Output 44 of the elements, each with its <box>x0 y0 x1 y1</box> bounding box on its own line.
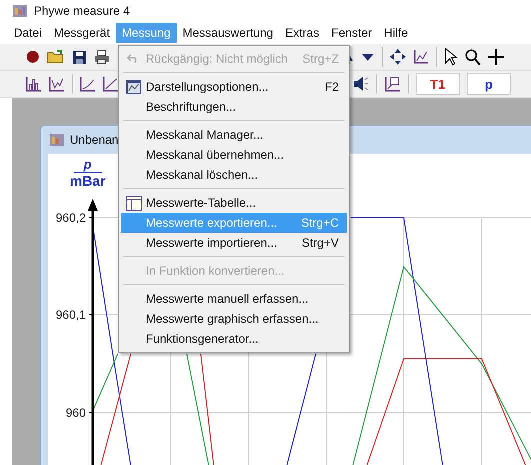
menu-item[interactable]: Messkanal übernehmen... <box>121 145 347 165</box>
menu-item[interactable]: Messwerte graphisch erfassen... <box>121 309 347 329</box>
chart-icon[interactable] <box>413 49 429 65</box>
menu-item[interactable]: Funktionsgenerator... <box>121 329 347 349</box>
menu-bar-item[interactable]: Messgerät <box>48 23 116 43</box>
display-options-icon <box>126 80 142 94</box>
folder-icon[interactable] <box>47 50 65 64</box>
menu-item[interactable]: Messkanal Manager... <box>121 125 347 145</box>
axis-tick-label: 960 <box>66 406 86 420</box>
axis-unit: mBar <box>70 173 106 189</box>
table-icon <box>126 196 142 210</box>
menu-bar-item[interactable]: Messauswertung <box>176 23 280 43</box>
crosshair-icon[interactable] <box>488 49 504 65</box>
menu-bar-item[interactable]: Fenster <box>325 23 378 43</box>
axis-tick-label: 960,1 <box>56 308 86 322</box>
document-icon <box>50 134 64 146</box>
menu-bar-item[interactable]: Datei <box>8 23 48 43</box>
channel-button[interactable]: T1 <box>416 73 460 95</box>
window-title: Phywe measure 4 <box>34 4 130 18</box>
chart-settings-icon[interactable] <box>384 76 401 92</box>
menu-item[interactable]: Messkanal löschen... <box>121 165 347 185</box>
graph-icon[interactable] <box>103 76 119 92</box>
move-arrows-icon[interactable] <box>390 49 406 65</box>
menu-item[interactable]: Messwerte-Tabelle... <box>121 193 347 213</box>
menu-item[interactable]: Beschriftungen... <box>121 97 347 117</box>
app-icon <box>13 5 27 17</box>
menu-item[interactable]: Messwerte manuell erfassen... <box>121 289 347 309</box>
histogram-icon[interactable] <box>26 76 42 92</box>
document-title: Unbenan <box>70 133 119 147</box>
menu-bar-item[interactable]: Extras <box>279 23 326 43</box>
search-icon[interactable] <box>465 48 481 66</box>
menu-item[interactable]: Messwerte importieren... Strg+V <box>121 233 347 253</box>
triangle-down-icon[interactable] <box>361 52 375 62</box>
graph-icon[interactable] <box>80 76 96 92</box>
speaker-icon[interactable] <box>353 76 369 92</box>
channel-button[interactable]: p <box>467 73 511 95</box>
record-icon[interactable] <box>26 50 40 64</box>
curve-icon[interactable] <box>49 76 65 92</box>
printer-icon[interactable] <box>94 50 110 64</box>
cursor-icon[interactable] <box>444 48 458 66</box>
axis-tick-label: 960,2 <box>56 211 86 225</box>
menu-item[interactable]: Darstellungsoptionen... F2 <box>121 77 347 97</box>
menu-bar-item[interactable]: Hilfe <box>378 23 414 43</box>
save-icon[interactable] <box>72 50 87 64</box>
